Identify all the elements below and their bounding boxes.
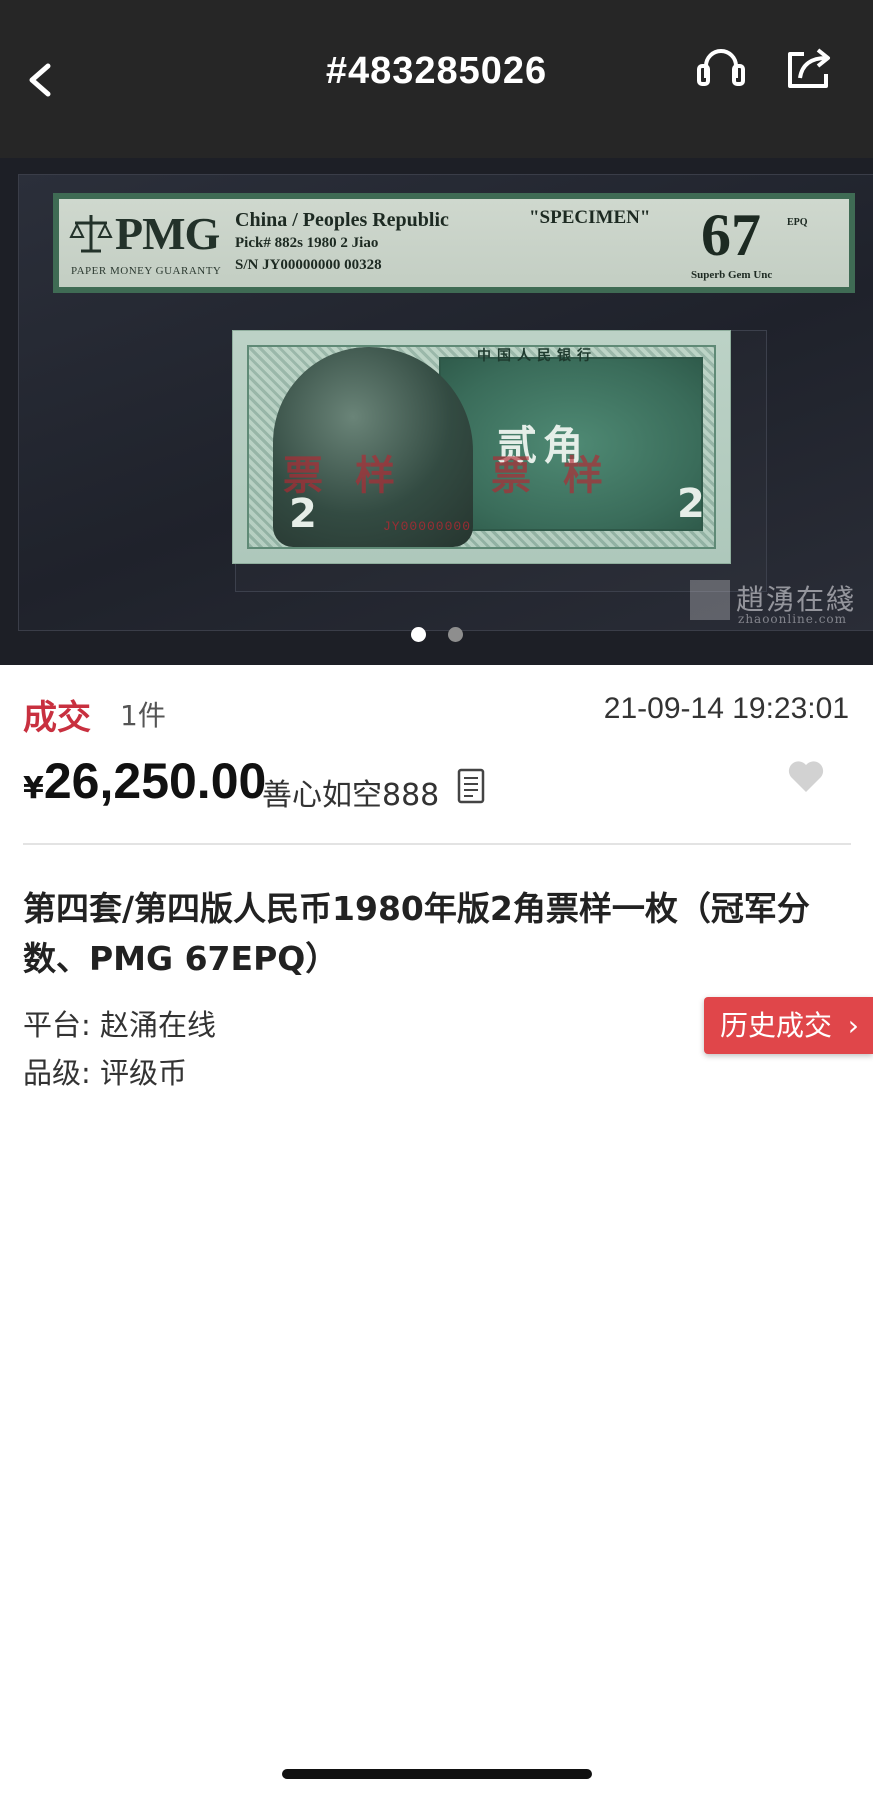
home-indicator[interactable] xyxy=(282,1769,592,1779)
deal-status: 成交 xyxy=(23,698,91,738)
currency-symbol: ¥ xyxy=(23,771,44,806)
history-deals-button[interactable]: 历史成交 › xyxy=(704,997,873,1054)
watermark-url: zhaoonline.com xyxy=(738,612,848,626)
chevron-right-icon: › xyxy=(847,1009,859,1042)
label-grade-suffix: EPQ xyxy=(787,217,808,228)
scale-of-justice-icon xyxy=(69,215,113,253)
price-block: ¥26,250.00 xyxy=(23,752,266,810)
nav-bar: #483285026 xyxy=(0,0,873,158)
label-grade: 67 xyxy=(701,202,761,268)
note-denomination: 2 xyxy=(289,491,317,537)
note-specimen-overprint: 票样 xyxy=(491,453,635,499)
label-pick: Pick# 882s 1980 2 Jiao xyxy=(235,235,379,251)
favorite-heart-icon[interactable] xyxy=(786,758,826,794)
customer-service-button[interactable] xyxy=(694,46,748,96)
deal-price: 26,250.00 xyxy=(43,753,267,809)
grade-info: 品级: 评级币 xyxy=(23,1056,187,1090)
history-deals-label: 历史成交 xyxy=(720,1009,833,1042)
pmg-logo: PMG xyxy=(115,208,220,259)
pmg-label: PMG PAPER MONEY GUARANTY China / Peoples… xyxy=(53,193,855,293)
carousel-dot[interactable] xyxy=(447,627,463,642)
carousel-pagination xyxy=(0,627,873,646)
platform-info: 平台: 赵涌在线 xyxy=(23,1008,216,1042)
deal-quantity: 1件 xyxy=(120,699,166,732)
headset-icon xyxy=(697,49,745,86)
label-serial: S/N JY00000000 00328 xyxy=(235,257,382,273)
label-country: China / Peoples Republic xyxy=(235,209,449,231)
seller-name[interactable]: 善心如空888 xyxy=(262,770,439,814)
banknote-image: 中国人民银行 贰角 票样 票样 JY00000000 2 2 xyxy=(232,330,731,564)
document-icon[interactable] xyxy=(457,768,485,804)
share-button[interactable] xyxy=(782,44,838,94)
note-serial: JY00000000 xyxy=(383,519,472,534)
watermark-seal-icon xyxy=(690,580,730,620)
label-specimen: "SPECIMEN" xyxy=(529,207,651,228)
note-denomination: 2 xyxy=(677,481,705,527)
label-grade-desc: Superb Gem Unc xyxy=(691,269,773,281)
note-bank-name: 中国人民银行 xyxy=(477,348,597,364)
carousel-dot[interactable] xyxy=(410,627,426,642)
image-carousel[interactable]: PMG PAPER MONEY GUARANTY China / Peoples… xyxy=(0,158,873,665)
deal-time: 21-09-14 19:23:01 xyxy=(603,692,849,725)
pmg-guaranty-text: PAPER MONEY GUARANTY xyxy=(71,265,222,277)
item-title: 第四套/第四版人民币1980年版2角票样一枚（冠军分数、PMG 67EPQ） xyxy=(23,889,810,978)
share-icon xyxy=(788,48,830,88)
divider xyxy=(23,843,851,845)
